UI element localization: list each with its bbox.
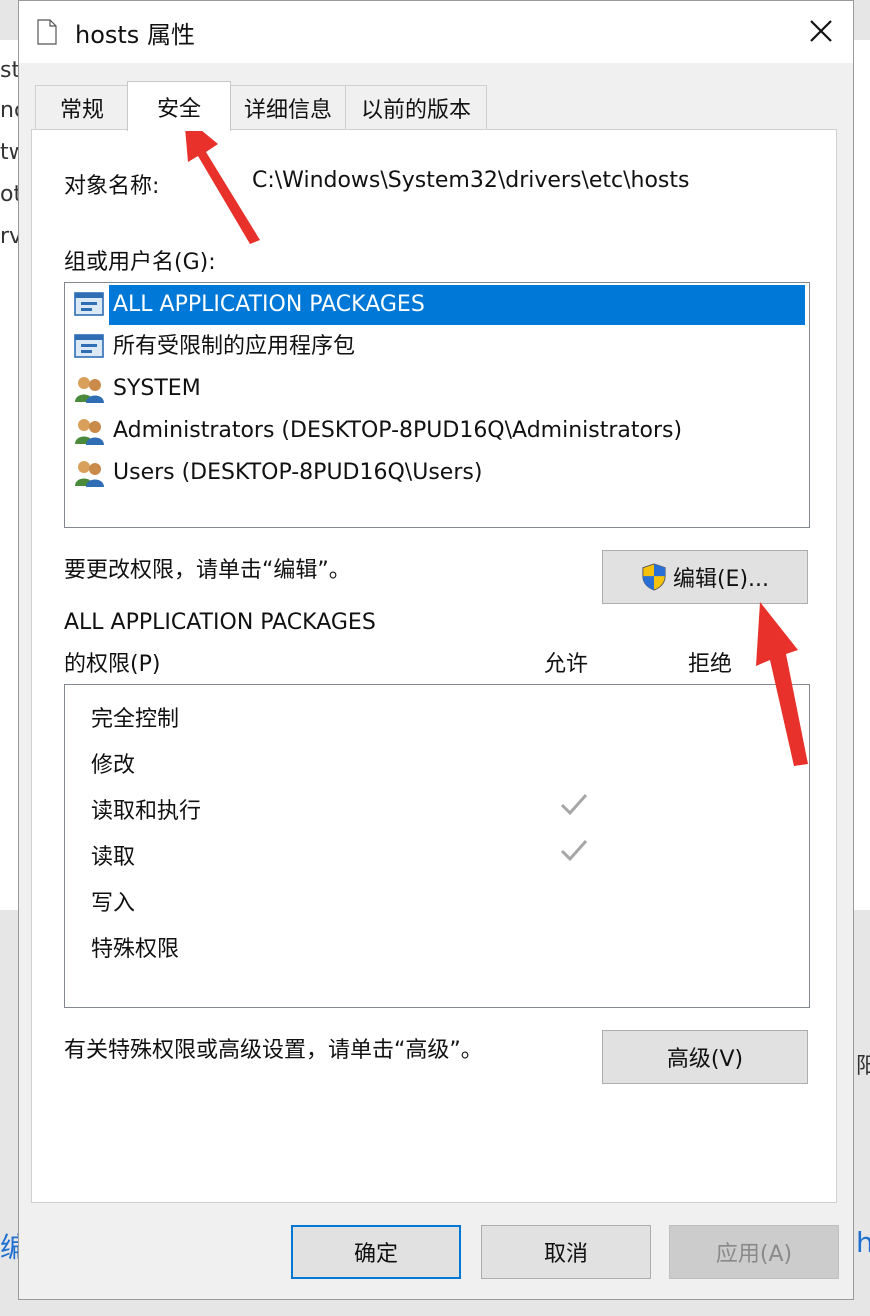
document-icon xyxy=(37,19,57,45)
background-text-fragment: ot xyxy=(0,182,18,207)
background-text-fragment: nc xyxy=(0,98,18,123)
background-window xyxy=(0,40,18,910)
tab-security[interactable]: 安全 xyxy=(127,81,231,131)
group-name: ALL APPLICATION PACKAGES xyxy=(109,285,805,325)
ok-button[interactable]: 确定 xyxy=(291,1225,461,1279)
list-item[interactable]: 所有受限制的应用程序包 xyxy=(73,327,805,367)
list-item[interactable]: SYSTEM xyxy=(73,369,805,409)
app-package-icon xyxy=(74,292,104,316)
apply-button[interactable]: 应用(A) xyxy=(669,1225,839,1279)
app-package-icon xyxy=(74,334,104,358)
permission-name: 读取 xyxy=(91,845,136,870)
allow-column-header: 允许 xyxy=(544,652,589,677)
list-item[interactable]: Administrators (DESKTOP-8PUD16Q\Administ… xyxy=(73,411,805,451)
permissions-title: ALL APPLICATION PACKAGES xyxy=(64,610,376,635)
permission-name: 写入 xyxy=(91,891,136,916)
background-text-fragment: 编 xyxy=(0,1231,18,1264)
title-bar[interactable]: hosts 属性 xyxy=(19,1,853,63)
deny-column-header: 拒绝 xyxy=(688,652,733,677)
background-text-fragment: tw xyxy=(0,140,18,165)
permissions-title-suffix: 的权限(P) xyxy=(64,652,161,677)
background-window xyxy=(854,40,870,910)
object-name-label: 对象名称: xyxy=(64,174,160,199)
edit-button[interactable]: 编辑(E)... xyxy=(602,550,808,604)
cancel-button[interactable]: 取消 xyxy=(481,1225,651,1279)
background-text-fragment: 阳 xyxy=(856,1054,870,1079)
background-text-fragment: rv xyxy=(0,224,18,249)
tab-previous-versions[interactable]: 以前的版本 xyxy=(345,85,487,129)
users-icon xyxy=(75,419,104,445)
close-icon[interactable] xyxy=(803,13,839,49)
change-permissions-hint: 要更改权限，请单击“编辑”。 xyxy=(64,558,351,583)
users-icon xyxy=(75,377,104,403)
allow-check-icon xyxy=(560,794,588,816)
group-name: Administrators (DESKTOP-8PUD16Q\Administ… xyxy=(113,418,683,443)
permission-name: 特殊权限 xyxy=(91,937,180,962)
tab-general[interactable]: 常规 xyxy=(35,85,129,129)
object-name-value: C:\Windows\System32\drivers\etc\hosts xyxy=(252,168,690,193)
properties-dialog: hosts 属性 常规 安全 详细信息 以前的版本 对象名称: C:\Windo… xyxy=(18,0,854,1300)
window-title: hosts 属性 xyxy=(75,21,195,49)
permission-name: 完全控制 xyxy=(91,707,180,732)
group-name: SYSTEM xyxy=(113,376,201,401)
advanced-settings-hint: 有关特殊权限或高级设置，请单击“高级”。 xyxy=(64,1038,483,1063)
allow-check-icon xyxy=(560,840,588,862)
security-panel: 对象名称: C:\Windows\System32\drivers\etc\ho… xyxy=(31,129,837,1203)
groups-listbox[interactable]: ALL APPLICATION PACKAGES 所有受限制的应用程序包 SYS… xyxy=(64,282,810,528)
advanced-button[interactable]: 高级(V) xyxy=(602,1030,808,1084)
background-text-fragment: h xyxy=(856,1226,870,1259)
tab-details[interactable]: 详细信息 xyxy=(229,85,347,129)
list-item[interactable]: Users (DESKTOP-8PUD16Q\Users) xyxy=(73,453,805,493)
uac-shield-icon xyxy=(642,563,666,591)
users-icon xyxy=(75,461,104,487)
groups-label: 组或用户名(G): xyxy=(64,250,216,275)
group-name: 所有受限制的应用程序包 xyxy=(113,334,356,359)
permission-name: 修改 xyxy=(91,753,136,778)
edit-button-label: 编辑(E)... xyxy=(672,567,770,592)
permissions-list[interactable]: 完全控制 修改 读取和执行 读取 写入 特殊权限 xyxy=(64,684,810,1008)
permission-name: 读取和执行 xyxy=(91,799,202,824)
background-text-fragment: st xyxy=(0,58,18,83)
group-name: Users (DESKTOP-8PUD16Q\Users) xyxy=(113,460,483,485)
list-item[interactable]: ALL APPLICATION PACKAGES xyxy=(73,285,805,325)
